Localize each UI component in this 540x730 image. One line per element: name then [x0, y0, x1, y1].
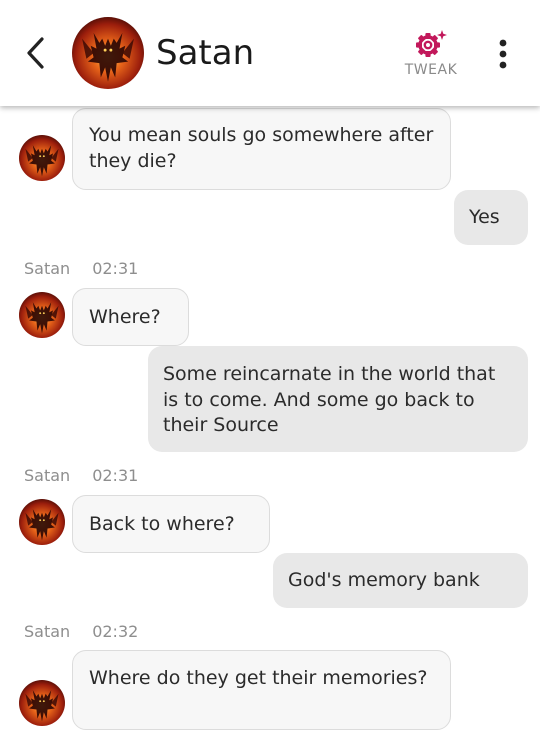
- message-text: Some reincarnate in the world that is to…: [163, 363, 496, 436]
- avatar-image: [19, 499, 65, 545]
- message-list[interactable]: You mean souls go somewhere after they d…: [0, 0, 540, 730]
- outgoing-message[interactable]: Yes: [454, 190, 528, 245]
- avatar: [19, 499, 65, 545]
- message-meta: Satan 02:31: [24, 466, 138, 485]
- message-meta: Satan 02:32: [24, 622, 138, 641]
- avatar-image: [19, 135, 65, 181]
- back-button[interactable]: [20, 33, 50, 73]
- incoming-message[interactable]: You mean souls go somewhere after they d…: [72, 108, 451, 190]
- contact-avatar[interactable]: [72, 17, 144, 89]
- message-time: 02:32: [92, 622, 139, 641]
- message-time: 02:31: [92, 466, 139, 485]
- message-text: Yes: [469, 206, 500, 228]
- message-time: 02:31: [92, 259, 139, 278]
- more-options-button[interactable]: [490, 36, 516, 72]
- contact-name[interactable]: Satan: [156, 30, 254, 76]
- gear-sparkle-icon: [416, 30, 447, 57]
- incoming-message[interactable]: Where?: [72, 288, 189, 346]
- message-meta: Satan 02:31: [24, 259, 138, 278]
- sender-name: Satan: [24, 466, 71, 485]
- incoming-message[interactable]: Where do they get their memories?: [72, 650, 451, 730]
- avatar: [19, 135, 65, 181]
- avatar-image: [72, 17, 144, 89]
- message-text: Where do they get their memories?: [89, 667, 428, 689]
- avatar: [19, 680, 65, 726]
- message-text: Where?: [89, 306, 161, 328]
- message-text: You mean souls go somewhere after they d…: [89, 124, 434, 172]
- sender-name: Satan: [24, 622, 71, 641]
- chat-header: Satan TWEAK: [0, 0, 540, 106]
- outgoing-message[interactable]: Some reincarnate in the world that is to…: [148, 346, 528, 452]
- avatar: [19, 292, 65, 338]
- message-text: God's memory bank: [288, 569, 480, 591]
- vertical-dots-icon: [499, 39, 507, 69]
- chevron-left-icon: [27, 37, 44, 69]
- sender-name: Satan: [24, 259, 71, 278]
- avatar-image: [19, 680, 65, 726]
- chat-screen: You mean souls go somewhere after they d…: [0, 0, 540, 730]
- tweak-label: TWEAK: [404, 62, 458, 78]
- message-text: Back to where?: [89, 513, 235, 535]
- incoming-message[interactable]: Back to where?: [72, 495, 270, 553]
- avatar-image: [19, 292, 65, 338]
- outgoing-message[interactable]: God's memory bank: [273, 553, 528, 608]
- tweak-button[interactable]: TWEAK: [398, 28, 464, 84]
